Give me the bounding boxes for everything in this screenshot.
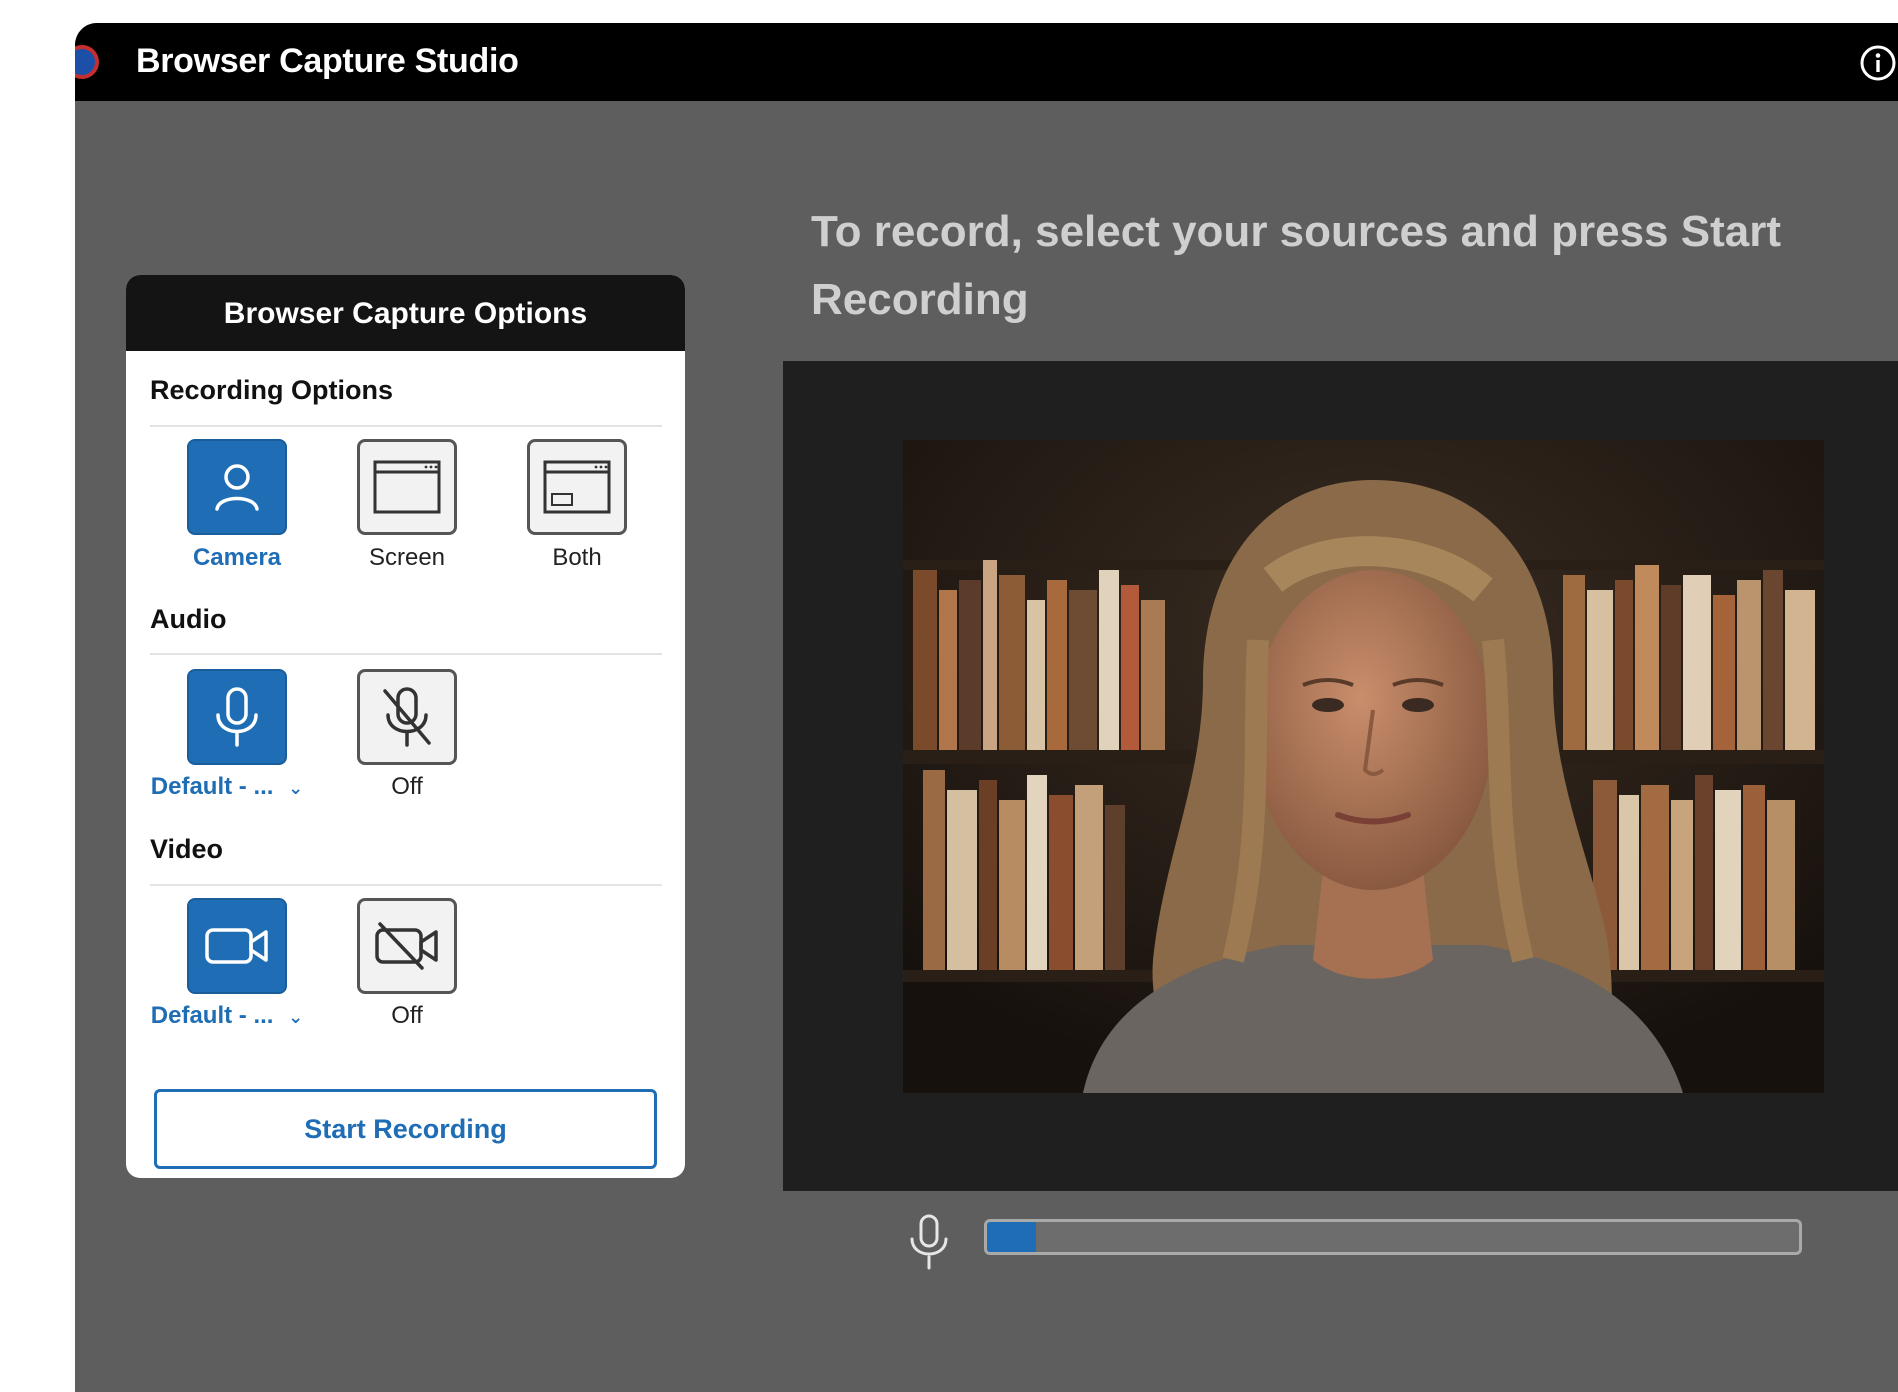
app-logo-icon: [75, 45, 99, 79]
camera-option-label: Camera: [192, 544, 282, 571]
screen-window-icon: [373, 460, 441, 514]
audio-device-button[interactable]: [187, 669, 287, 765]
title-bar: Browser Capture Studio: [75, 23, 1898, 101]
camera-preview-video: [903, 440, 1824, 1093]
both-option-button[interactable]: [527, 439, 627, 535]
app-title: Browser Capture Studio: [136, 42, 519, 80]
audio-device-dropdown[interactable]: Default - ... ⌄: [142, 773, 312, 801]
screen-with-camera-icon: [543, 460, 611, 514]
instruction-text: To record, select your sources and press…: [811, 207, 1781, 324]
video-device-button[interactable]: [187, 898, 287, 994]
video-device-label: Default - ...: [150, 1002, 274, 1029]
screen-option-button[interactable]: [357, 439, 457, 535]
microphone-icon: [216, 687, 258, 747]
audio-level-fill: [987, 1222, 1036, 1252]
recording-options-title: Recording Options: [150, 375, 393, 405]
app-window: Browser Capture Studio Browser Capture O…: [75, 23, 1898, 1392]
chevron-down-icon: ⌄: [288, 778, 304, 798]
audio-level-meter: [984, 1219, 1802, 1255]
camera-feed-image: [903, 440, 1824, 1093]
microphone-off-icon: [383, 687, 431, 747]
divider: [150, 425, 662, 427]
panel-header: Browser Capture Options: [126, 275, 685, 351]
start-recording-button[interactable]: Start Recording: [154, 1089, 657, 1169]
camera-option-button[interactable]: [187, 439, 287, 535]
video-device-dropdown[interactable]: Default - ... ⌄: [142, 1002, 312, 1030]
info-icon[interactable]: [1858, 43, 1898, 83]
chevron-down-icon: ⌄: [288, 1007, 304, 1027]
audio-off-button[interactable]: [357, 669, 457, 765]
video-off-label: Off: [391, 1002, 423, 1029]
screen-option-label: Screen: [368, 544, 446, 571]
microphone-icon: [910, 1214, 948, 1270]
capture-options-panel: Browser Capture Options Recording Option…: [126, 275, 685, 1178]
both-option-label: Both: [552, 544, 602, 571]
audio-section-title: Audio: [150, 604, 227, 634]
audio-device-label: Default - ...: [150, 773, 274, 800]
divider: [150, 653, 662, 655]
divider: [150, 884, 662, 886]
person-icon: [215, 464, 259, 511]
camera-preview-frame: [783, 361, 1898, 1191]
video-off-button[interactable]: [357, 898, 457, 994]
video-section-title: Video: [150, 834, 224, 864]
audio-off-label: Off: [391, 773, 423, 800]
video-camera-off-icon: [375, 922, 438, 970]
video-camera-icon: [205, 928, 268, 964]
